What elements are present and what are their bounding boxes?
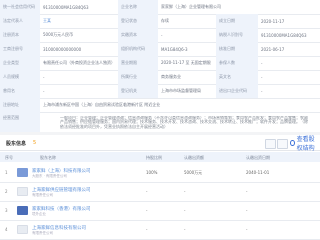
shareholder-tags: 大股东 · 有限责任公司	[32, 174, 67, 178]
col-num: 序号	[5, 155, 13, 160]
approval-date-label: 核准日期	[216, 42, 258, 56]
share-percent: -	[146, 189, 148, 194]
equity-structure-label: 查看股权结构	[296, 135, 315, 152]
table-row: 2 上海家鲜供应链管理有限公司 有限责任公司 - - -	[0, 182, 320, 202]
shareholders-table-header: 序号 股东名称 持股比例 认缴出资额 认缴出资日期	[0, 152, 320, 162]
legal-rep-value[interactable]: 王某	[40, 14, 118, 28]
shareholders-title: 股东信息	[6, 141, 27, 147]
insured-label: 参保人数	[216, 56, 258, 70]
import-export-label: 进出口企业代码	[216, 84, 258, 98]
subscribed-amount: 5000万元	[184, 170, 203, 175]
info-row: 人员规模 - 所属行业 商务服务业 英文名 -	[0, 70, 320, 85]
col-name: 股东名称	[40, 155, 56, 160]
info-row: 统一社会信用代码 91310000MA1G84Q63 企业名称 家家鲜（上海）企…	[0, 0, 320, 15]
english-name-label: 英文名	[216, 70, 258, 84]
capital-value: 5000万元人民币	[43, 32, 74, 37]
company-name-value: 家家鲜（上海）企业管理有限公司	[161, 4, 221, 9]
company-info-table: 统一社会信用代码 91310000MA1G84Q63 企业名称 家家鲜（上海）企…	[0, 0, 320, 133]
subscribed-amount: -	[184, 208, 186, 213]
shareholders-header: 股东信息 5 查看股权结构	[0, 136, 320, 152]
address-value: 上海市浦东新区中国（上海）自由贸易试验区临港新片区 附近企业	[43, 102, 161, 107]
subscribed-amount: -	[184, 227, 186, 232]
company-name-label: 企业名称	[118, 0, 158, 14]
company-logo	[17, 206, 28, 215]
business-scope-label: 经营范围	[0, 112, 40, 132]
subscribed-date: -	[246, 227, 248, 232]
info-row: 注册地址 上海市浦东新区中国（上海）自由贸易试验区临港新片区 附近企业	[0, 98, 320, 113]
english-name-value: -	[261, 74, 263, 80]
subscribed-date: 2040-11-01	[246, 170, 270, 175]
reg-number-label: 工商注册号	[0, 42, 40, 56]
row-num: 4	[5, 227, 8, 232]
capital-label: 注册资本	[0, 28, 40, 42]
shareholder-tags: 有限责任公司	[32, 231, 53, 235]
authority-value: 上海市市场监督管理局	[161, 88, 201, 93]
row-num: 1	[5, 170, 8, 175]
import-export-value: -	[261, 88, 263, 94]
former-name-label: 曾用名	[0, 84, 40, 98]
info-row: 工商注册号 310000000000000 组织机构代码 MA1G84Q6-3 …	[0, 42, 320, 57]
table-row: 1 家家鲜（上海）科技有限公司 大股东 · 有限责任公司 100% 5000万元…	[0, 163, 320, 183]
former-name-value: -	[43, 88, 45, 94]
term-label: 营业期限	[118, 56, 158, 70]
org-code-value: MA1G84Q6-3	[161, 46, 188, 52]
company-type-label: 企业类型	[0, 56, 40, 70]
business-scope-row: 经营范围 一般项目：企业管理；企业管理咨询；信息咨询服务（不含许可类信息咨询服务…	[0, 112, 320, 133]
company-logo	[17, 168, 28, 177]
share-percent: 100%	[146, 170, 158, 175]
subscribed-amount: -	[184, 189, 186, 194]
legal-rep-label: 法定代表人	[0, 14, 40, 28]
staff-size-value: -	[43, 74, 45, 80]
tax-id-label: 纳税人识别号	[216, 28, 258, 42]
org-code-label: 组织机构代码	[118, 42, 158, 56]
info-row: 企业类型 有限责任公司（外商投资企业法人独资） 营业期限 2020-11-17 …	[0, 56, 320, 71]
credit-code-label: 统一社会信用代码	[0, 0, 40, 14]
credit-code-value: 91310000MA1G84Q63	[43, 4, 89, 10]
industry-label: 所属行业	[118, 70, 158, 84]
col-date: 认缴出资日期	[246, 155, 270, 160]
industry-value: 商务服务业	[161, 74, 181, 79]
section-divider	[0, 132, 320, 135]
shareholder-tags: 境外企业	[32, 212, 46, 216]
shareholder-tags: 有限责任公司	[32, 193, 53, 197]
company-type-value: 有限责任公司（外商投资企业法人独资）	[43, 60, 115, 65]
authority-label: 登记机关	[118, 84, 158, 98]
company-logo	[17, 225, 28, 234]
paid-capital-label: 实缴资本	[118, 28, 158, 42]
info-row: 法定代表人 王某 登记状态 存续 成立日期 2020-11-17	[0, 14, 320, 29]
share-percent: -	[146, 208, 148, 213]
company-logo	[17, 187, 28, 196]
subscribed-date: -	[246, 189, 248, 194]
shareholders-count: 5	[33, 140, 37, 146]
term-value: 2020-11-17 至 无固定期限	[161, 60, 211, 65]
col-pct: 持股比例	[146, 155, 162, 160]
paid-capital-value: -	[161, 32, 163, 38]
table-row: 3 家家鲜科技（香港）有限公司 境外企业 - - -	[0, 201, 320, 221]
founded-value: 2020-11-17	[261, 18, 285, 24]
insured-value: -	[261, 60, 263, 66]
row-num: 3	[5, 208, 8, 213]
approval-date-value: 2021-06-17	[261, 46, 285, 52]
row-num: 2	[5, 189, 8, 194]
equity-icon	[290, 139, 295, 146]
share-percent: -	[146, 227, 148, 232]
tax-id-value: 91310000MA1G84Q63	[261, 32, 307, 38]
founded-label: 成立日期	[216, 14, 258, 28]
info-row: 注册资本 5000万元人民币 实缴资本 - 纳税人识别号 91310000MA1…	[0, 28, 320, 43]
equity-structure-button[interactable]: 查看股权结构	[290, 136, 320, 152]
chart-view-icon[interactable]	[265, 139, 276, 149]
subscribed-date: -	[246, 208, 248, 213]
staff-size-label: 人员规模	[0, 70, 40, 84]
col-amount: 认缴出资额	[184, 155, 204, 160]
status-value: 存续	[161, 18, 169, 23]
status-label: 登记状态	[118, 14, 158, 28]
list-view-icon[interactable]	[277, 139, 288, 149]
address-label: 注册地址	[0, 98, 40, 112]
info-row: 曾用名 - 登记机关 上海市市场监督管理局 进出口企业代码 -	[0, 84, 320, 99]
business-scope-text: 一般项目：企业管理；企业管理咨询；信息咨询服务（不含许可类信息咨询服务）；市场营…	[60, 116, 308, 129]
reg-number-value: 310000000000000	[43, 46, 82, 52]
table-row: 4 上海家鲜信息科技有限公司 有限责任公司 - - -	[0, 220, 320, 240]
